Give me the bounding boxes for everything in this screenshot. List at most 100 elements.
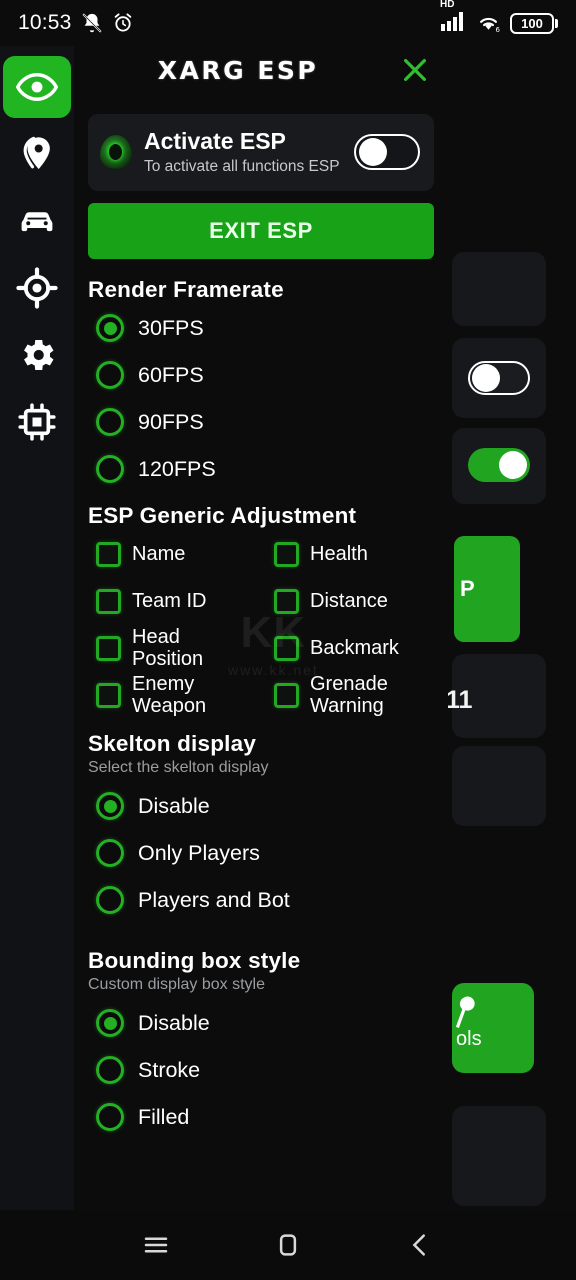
- render-framerate-section: Render Framerate 30FPS 60FPS 90FPS 120FP…: [88, 277, 434, 493]
- esp-emblem-icon: [100, 135, 132, 170]
- eye-icon: [16, 72, 58, 102]
- radio-box-disable[interactable]: Disable: [88, 1000, 434, 1047]
- bg-toggle-on[interactable]: [468, 448, 530, 482]
- radio-indicator: [96, 792, 124, 821]
- checkbox-indicator: [274, 682, 299, 708]
- android-nav-bar: [0, 1210, 576, 1280]
- checkbox-distance[interactable]: Distance: [266, 578, 434, 625]
- radio-indicator: [96, 455, 124, 484]
- battery-percent: 100: [521, 15, 543, 31]
- radio-box-filled[interactable]: Filled: [88, 1094, 434, 1141]
- radio-skelton-only-players[interactable]: Only Players: [88, 830, 434, 877]
- checkbox-label: Distance: [310, 590, 388, 613]
- checkbox-indicator: [274, 588, 299, 614]
- bg-green-button[interactable]: P: [454, 536, 520, 642]
- checkbox-health[interactable]: Health: [266, 531, 434, 578]
- bg-card: [452, 338, 546, 418]
- checkbox-label: Team ID: [132, 590, 207, 613]
- status-bar-right: HD 6 100: [440, 0, 558, 36]
- radio-indicator: [96, 408, 124, 437]
- radio-label: 90FPS: [138, 409, 204, 434]
- radio-label: Disable: [138, 1010, 210, 1035]
- recents-icon: [144, 1237, 168, 1253]
- radio-box-stroke[interactable]: Stroke: [88, 1047, 434, 1094]
- sidebar-item-memory[interactable]: [2, 389, 72, 455]
- bounding-box-subtitle: Custom display box style: [88, 975, 265, 993]
- home-button[interactable]: [259, 1216, 317, 1274]
- sidebar-item-settings[interactable]: [2, 322, 72, 388]
- sidebar: [0, 46, 74, 1210]
- sidebar-item-aim[interactable]: [2, 255, 72, 321]
- close-x-icon: [404, 59, 426, 81]
- bg-card: [452, 428, 546, 504]
- wifi-6-icon: 6: [480, 17, 501, 33]
- checkbox-label: Health: [310, 543, 368, 566]
- activate-esp-card[interactable]: Activate ESP To activate all functions E…: [88, 114, 434, 191]
- status-bar: 10:53 HD 6 100: [0, 0, 576, 46]
- checkbox-label: Name: [132, 543, 186, 566]
- gear-icon: [24, 339, 54, 371]
- battery-cap: [555, 18, 558, 28]
- bounding-box-section: Bounding box style Custom display box st…: [88, 948, 434, 1141]
- back-icon: [412, 1234, 425, 1256]
- sidebar-item-vehicle[interactable]: [2, 188, 72, 254]
- checkbox-indicator: [274, 541, 299, 567]
- checkbox-enemy-weapon[interactable]: Enemy Weapon: [88, 672, 256, 719]
- checkbox-indicator: [96, 588, 121, 614]
- activate-esp-toggle[interactable]: [354, 134, 420, 171]
- esp-generic-title: ESP Generic Adjustment: [88, 502, 357, 528]
- panel-header: XARG ESP: [74, 46, 448, 94]
- radio-label: 120FPS: [138, 456, 216, 481]
- bg-toggle-off[interactable]: [468, 361, 530, 395]
- sidebar-item-esp[interactable]: [2, 54, 72, 120]
- svg-text:6: 6: [496, 26, 501, 33]
- radio-indicator: [96, 886, 124, 915]
- exit-esp-button[interactable]: EXIT ESP: [88, 202, 434, 259]
- bell-muted-icon: [82, 13, 101, 33]
- toggle-knob: [472, 364, 500, 392]
- radio-indicator: [96, 361, 124, 390]
- checkbox-grenade-warning[interactable]: Grenade Warning: [266, 672, 434, 719]
- status-bar-left: 10:53: [18, 11, 134, 35]
- radio-label: 60FPS: [138, 362, 204, 387]
- radio-90fps[interactable]: 90FPS: [88, 399, 434, 446]
- bg-tools-tile[interactable]: ols: [452, 983, 534, 1073]
- recents-button[interactable]: [127, 1216, 185, 1274]
- radio-60fps[interactable]: 60FPS: [88, 352, 434, 399]
- car-icon: [21, 212, 53, 232]
- page-title: XARG ESP: [157, 55, 319, 85]
- radio-label: Players and Bot: [138, 887, 290, 912]
- cpu-chip-icon: [18, 403, 56, 441]
- panel-body: Activate ESP To activate all functions E…: [74, 114, 448, 1141]
- checkbox-label: Backmark: [310, 637, 399, 660]
- radio-skelton-players-and-bot[interactable]: Players and Bot: [88, 877, 434, 924]
- location-pin-icon: [23, 136, 50, 169]
- wrench-icon: [455, 996, 475, 1028]
- checkbox-name[interactable]: Name: [88, 531, 256, 578]
- radio-indicator: [96, 839, 124, 868]
- checkbox-indicator: [96, 682, 121, 708]
- radio-120fps[interactable]: 120FPS: [88, 446, 434, 493]
- checkbox-backmark[interactable]: Backmark: [266, 625, 434, 672]
- checkbox-head-position[interactable]: Head Position: [88, 625, 256, 672]
- activate-esp-texts: Activate ESP To activate all functions E…: [144, 128, 342, 177]
- radio-indicator: [96, 1103, 124, 1132]
- radio-label: Filled: [138, 1104, 190, 1129]
- checkbox-team-id[interactable]: Team ID: [88, 578, 256, 625]
- checkbox-label: Enemy Weapon: [132, 672, 207, 718]
- esp-generic-section: ESP Generic Adjustment Name Health Team …: [88, 503, 434, 719]
- checkbox-indicator: [96, 635, 121, 661]
- signal-bars-icon: HD: [440, 0, 467, 36]
- sidebar-item-location[interactable]: [2, 121, 72, 187]
- home-icon: [279, 1234, 297, 1256]
- back-button[interactable]: [391, 1216, 449, 1274]
- close-button[interactable]: [398, 53, 432, 87]
- radio-indicator: [96, 314, 124, 343]
- radio-indicator: [96, 1009, 124, 1038]
- checkbox-indicator: [96, 541, 121, 567]
- radio-skelton-disable[interactable]: Disable: [88, 783, 434, 830]
- esp-generic-grid: Name Health Team ID Distance Head Positi…: [88, 531, 434, 719]
- radio-30fps[interactable]: 30FPS: [88, 305, 434, 352]
- esp-panel: XARG ESP Activate ESP To activate all fu…: [74, 46, 448, 1210]
- battery-indicator: 100: [510, 12, 558, 34]
